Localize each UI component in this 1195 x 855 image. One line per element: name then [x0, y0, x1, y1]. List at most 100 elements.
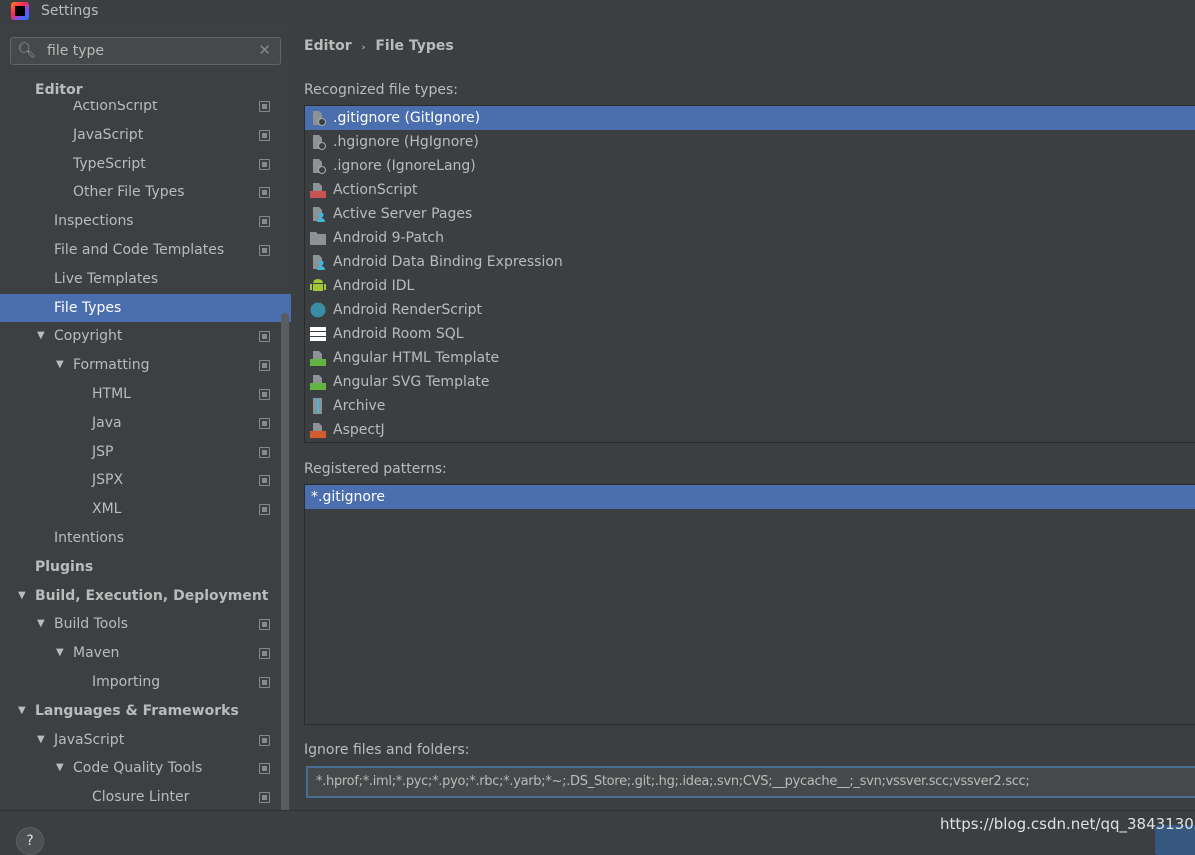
sidebar-item[interactable]: Closure Linter — [0, 783, 291, 810]
sidebar-item[interactable]: JSPX — [0, 466, 291, 495]
sidebar-item-label: JSP — [92, 443, 114, 460]
clear-icon[interactable]: ✕ — [258, 41, 271, 59]
sidebar-item[interactable]: ▼ Maven — [0, 639, 291, 668]
html-file-icon — [310, 351, 326, 366]
sidebar-scrollbar[interactable] — [281, 313, 289, 810]
file-type-item[interactable]: Angular SVG Template — [305, 370, 1195, 394]
project-copy-icon — [259, 187, 270, 199]
help-button[interactable]: ? — [16, 827, 44, 855]
expand-arrow-icon[interactable]: ▼ — [37, 322, 45, 351]
file-type-item[interactable]: AspectJ — [305, 418, 1195, 442]
project-copy-icon — [259, 360, 270, 372]
breadcrumb-current: File Types — [375, 38, 454, 54]
ignore-label: Ignore files and folders: — [304, 742, 470, 758]
expand-arrow-icon[interactable]: ▼ — [56, 351, 64, 380]
file-type-label: .gitignore (GitIgnore) — [333, 110, 481, 126]
sidebar-item-label: Code Quality Tools — [73, 760, 203, 777]
sidebar-item[interactable]: TypeScript — [0, 150, 291, 179]
breadcrumb-parent[interactable]: Editor — [304, 38, 352, 54]
recognized-file-types-list[interactable]: .gitignore (GitIgnore) .hgignore (HgIgnor… — [304, 105, 1195, 443]
file-type-item[interactable]: .hgignore (HgIgnore) — [305, 130, 1195, 154]
sidebar-item[interactable]: Plugins — [0, 553, 291, 582]
sidebar-item-label: JavaScript — [73, 126, 144, 143]
sidebar-item[interactable]: JSP — [0, 438, 291, 467]
file-type-item[interactable]: Android Data Binding Expression — [305, 250, 1195, 274]
sidebar-item[interactable]: JavaScript — [0, 121, 291, 150]
expand-arrow-icon[interactable]: ▼ — [18, 697, 26, 726]
file-types-panel: Editor › File Types Recognized file types:… — [291, 25, 1195, 810]
sidebar-item[interactable]: Other File Types — [0, 178, 291, 207]
sidebar-item[interactable]: Live Templates — [0, 265, 291, 294]
sidebar-item[interactable]: ▼ Copyright — [0, 322, 291, 351]
expand-arrow-icon[interactable]: ▼ — [37, 726, 45, 755]
file-type-label: Angular HTML Template — [333, 350, 500, 366]
sidebar-item-label: Other File Types — [73, 184, 185, 201]
sidebar-item[interactable]: ▼ Code Quality Tools — [0, 754, 291, 783]
project-copy-icon — [259, 734, 270, 746]
file-type-item[interactable]: Angular HTML Template — [305, 346, 1195, 370]
file-type-item[interactable]: Android RenderScript — [305, 298, 1195, 322]
expand-arrow-icon[interactable]: ▼ — [37, 610, 45, 639]
sidebar-item-label: Plugins — [35, 558, 94, 575]
file-type-label: Android Data Binding Expression — [333, 254, 563, 270]
file-type-label: Android Room SQL — [333, 326, 464, 342]
project-copy-icon — [259, 619, 270, 631]
sidebar-item[interactable]: HTML — [0, 380, 291, 409]
intellij-logo-icon — [11, 2, 29, 20]
project-copy-icon — [259, 792, 270, 804]
breadcrumb-separator-icon: › — [361, 43, 366, 53]
ignore-files-input[interactable]: *.hprof;*.iml;*.pyc;*.pyo;*.rbc;*.yarb;*… — [306, 766, 1195, 798]
user-file-icon — [313, 207, 325, 222]
file-type-label: Android IDL — [333, 278, 415, 294]
registered-patterns-list[interactable]: *.gitignore — [304, 484, 1195, 725]
sidebar-item-label: Copyright — [54, 328, 123, 345]
breadcrumb: Editor › File Types — [304, 38, 454, 54]
sidebar-item[interactable]: ▼ JavaScript — [0, 726, 291, 755]
sidebar-item-label: Intentions — [54, 529, 125, 546]
sidebar-item[interactable]: XML — [0, 495, 291, 524]
settings-tree: ActionScript JavaScript TypeScript Other Fi… — [0, 92, 291, 810]
html-file-icon — [310, 375, 326, 390]
sidebar-item-label: File Types — [54, 299, 122, 316]
sidebar-item[interactable]: ▼ Build, Execution, Deployment — [0, 582, 291, 611]
search-input[interactable]: 🔍︎ file type ✕ — [10, 37, 281, 65]
window-title: Settings — [41, 3, 99, 19]
project-copy-icon — [259, 676, 270, 688]
expand-arrow-icon[interactable]: ▼ — [56, 639, 64, 668]
ignore-file-icon — [313, 111, 326, 126]
sidebar-item[interactable]: File Types — [0, 293, 291, 323]
recognized-label: Recognized file types: — [304, 82, 458, 98]
file-type-label: Angular SVG Template — [333, 374, 490, 390]
expand-arrow-icon[interactable]: ▼ — [56, 754, 64, 783]
sidebar-item[interactable]: Inspections — [0, 207, 291, 236]
sidebar-item[interactable]: File and Code Templates — [0, 236, 291, 265]
sidebar-item[interactable]: Java — [0, 409, 291, 438]
file-type-item[interactable]: .gitignore (GitIgnore) — [305, 106, 1195, 130]
file-type-item[interactable]: Android Room SQL — [305, 322, 1195, 346]
file-type-label: Android 9-Patch — [333, 230, 444, 246]
sidebar-item[interactable]: ▼ Formatting — [0, 351, 291, 380]
archive-icon — [313, 398, 322, 414]
sidebar-item-label: TypeScript — [73, 155, 146, 172]
file-type-item[interactable]: Android IDL — [305, 274, 1195, 298]
sticky-header-editor: Editor — [35, 79, 275, 101]
expand-arrow-icon[interactable]: ▼ — [18, 582, 26, 611]
sidebar-item-label: XML — [92, 501, 122, 518]
sidebar-item-label: JavaScript — [54, 731, 125, 748]
database-table-icon — [310, 327, 326, 341]
file-type-item[interactable]: Active Server Pages — [305, 202, 1195, 226]
file-type-item[interactable]: Android 9-Patch — [305, 226, 1195, 250]
sidebar-item[interactable]: ▼ Build Tools — [0, 610, 291, 639]
sidebar-item-label: HTML — [92, 385, 131, 402]
folder-icon — [310, 232, 326, 245]
pattern-item[interactable]: *.gitignore — [305, 485, 1195, 509]
project-copy-icon — [259, 216, 270, 228]
project-copy-icon — [259, 475, 270, 487]
sidebar-item[interactable]: ▼ Languages & Frameworks — [0, 697, 291, 726]
file-type-item[interactable]: Archive — [305, 394, 1195, 418]
sidebar-item[interactable]: Intentions — [0, 524, 291, 553]
file-type-item[interactable]: .ignore (IgnoreLang) — [305, 154, 1195, 178]
user-file-icon — [313, 255, 325, 270]
file-type-item[interactable]: ActionScript — [305, 178, 1195, 202]
sidebar-item[interactable]: Importing — [0, 668, 291, 697]
